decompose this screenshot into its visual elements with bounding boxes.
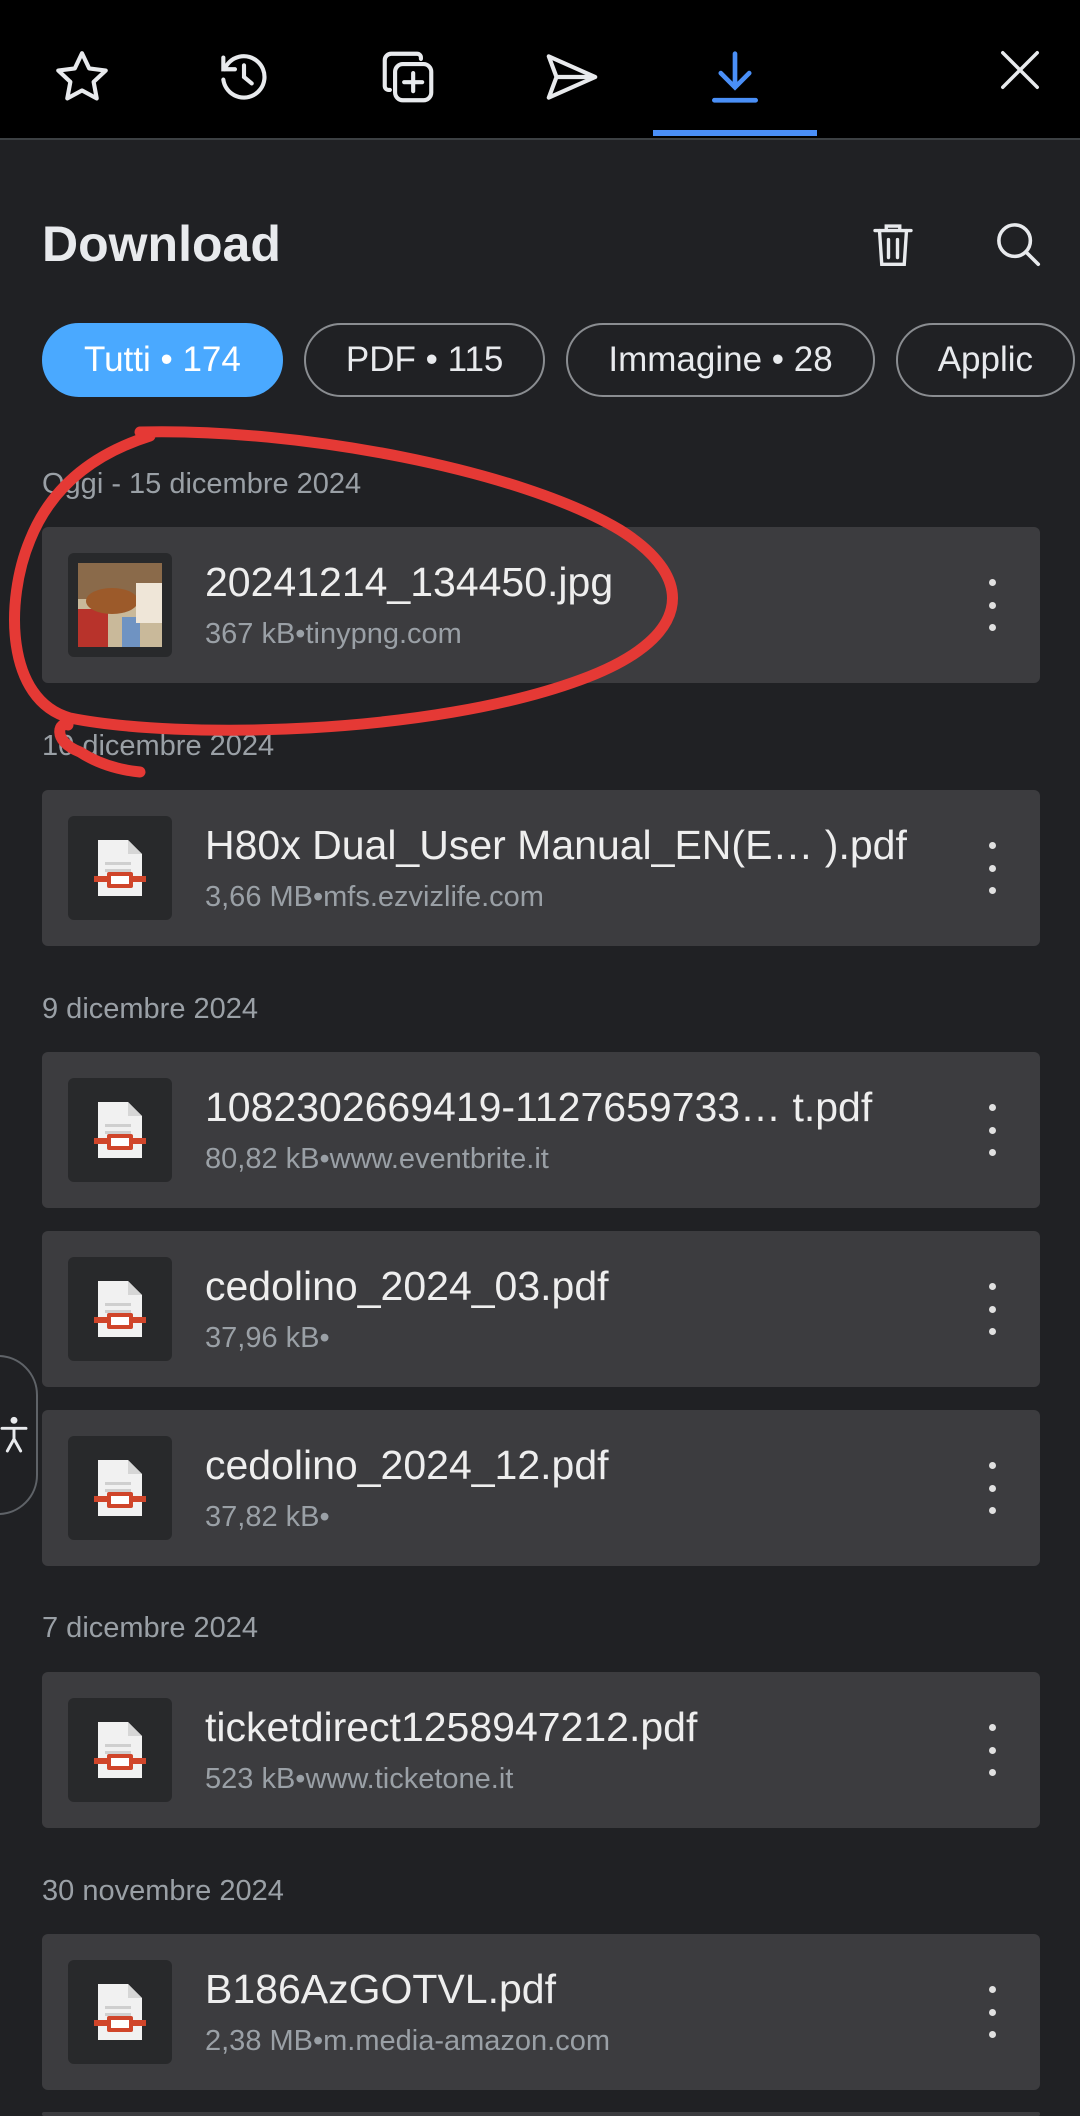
pdf-file-icon [68,1960,172,2064]
tab-downloads[interactable] [653,18,817,136]
accessibility-icon [0,1416,28,1453]
file-meta: 2,38 MB•m.media-amazon.com [205,2025,611,2057]
pdf-file-icon [68,816,172,920]
download-icon [712,51,758,103]
section-date-label: 30 novembre 2024 [42,1875,284,1907]
search-icon [997,223,1041,267]
star-icon [56,51,108,101]
section-date-label: 10 dicembre 2024 [42,730,275,762]
filter-chip-pdf[interactable]: PDF • 115 [303,323,546,397]
file-name: H80x Dual_User Manual_EN(E… ).pdf [205,822,907,868]
close-icon [1001,51,1039,89]
history-icon [221,54,267,100]
item-menu-button[interactable] [980,1986,1004,2038]
pdf-file-icon [68,1698,172,1802]
file-name: B186AzGOTVL.pdf [205,1966,556,2012]
filter-chip-image[interactable]: Immagine • 28 [566,323,875,397]
tab-new[interactable] [326,18,490,136]
file-meta: 80,82 kB•www.eventbrite.it [205,1143,549,1175]
item-menu-button[interactable] [980,842,1004,894]
file-meta: 523 kB•www.ticketone.it [205,1763,514,1795]
close-button[interactable] [990,40,1050,100]
send-icon [546,54,598,100]
top-tab-bar [0,0,1080,140]
download-item[interactable]: cedolino_2024_03.pdf 37,96 kB• [42,1231,1040,1387]
file-meta: 367 kB•tinypng.com [205,618,462,650]
tab-send[interactable] [490,18,654,136]
filter-chips: Tutti • 174 PDF • 115 Immagine • 28 Applic [42,323,1080,397]
file-meta: 3,66 MB•mfs.ezvizlife.com [205,881,544,913]
accessibility-button[interactable] [0,1355,38,1515]
file-name: cedolino_2024_03.pdf [205,1263,609,1309]
pdf-file-icon [68,1436,172,1540]
search-button[interactable] [986,212,1050,276]
add-tab-icon [382,51,434,103]
item-menu-button[interactable] [980,1283,1004,1335]
download-item[interactable]: 20241214_134450.jpg 367 kB•tinypng.com [42,527,1040,683]
item-menu-button[interactable] [980,1104,1004,1156]
item-menu-button[interactable] [980,1462,1004,1514]
file-meta: 37,96 kB• [205,1322,330,1354]
file-name: 20241214_134450.jpg [205,559,614,605]
section-date-label: 9 dicembre 2024 [42,993,259,1025]
file-name: cedolino_2024_12.pdf [205,1442,609,1488]
section-date-label: 7 dicembre 2024 [42,1612,259,1644]
pdf-file-icon [68,1078,172,1182]
item-menu-button[interactable] [980,579,1004,631]
delete-button[interactable] [861,212,925,276]
tab-favorites[interactable] [0,18,164,136]
pdf-file-icon [68,1257,172,1361]
file-name: ticketdirect1258947212.pdf [205,1704,698,1750]
item-menu-button[interactable] [980,1724,1004,1776]
page-title: Download [42,216,281,272]
file-meta: 37,82 kB• [205,1501,330,1533]
tab-history[interactable] [162,18,326,136]
download-item[interactable]: H80x Dual_User Manual_EN(E… ).pdf 3,66 M… [42,790,1040,946]
trash-icon [873,224,913,266]
file-name: 1082302669419-1127659733… t.pdf [205,1084,873,1130]
filter-chip-apps[interactable]: Applic [895,323,1076,397]
download-item[interactable]: 1082302669419-1127659733… t.pdf 80,82 kB… [42,1052,1040,1208]
download-item-partial [42,2112,1040,2116]
section-date-label: Oggi - 15 dicembre 2024 [42,468,362,500]
download-item[interactable]: ticketdirect1258947212.pdf 523 kB•www.ti… [42,1672,1040,1828]
filter-chip-all[interactable]: Tutti • 174 [42,323,283,397]
photo-thumbnail-icon [78,563,162,647]
download-item[interactable]: cedolino_2024_12.pdf 37,82 kB• [42,1410,1040,1566]
download-item[interactable]: B186AzGOTVL.pdf 2,38 MB•m.media-amazon.c… [42,1934,1040,2090]
image-thumbnail [68,553,172,657]
